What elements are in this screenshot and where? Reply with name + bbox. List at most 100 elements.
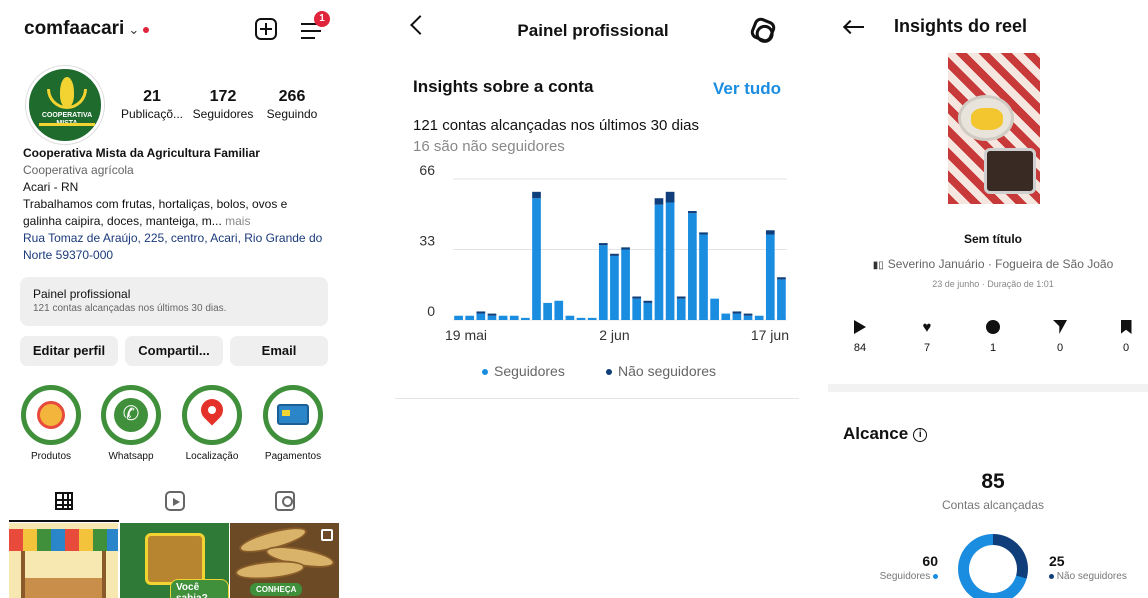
avatar[interactable]: COOPERATIVA MISTA <box>26 66 104 144</box>
reel-insights-panel: Insights do reel Sem título ▮▯ Severino J… <box>828 0 1148 598</box>
metric-shares: 0 <box>1040 320 1080 354</box>
y-tick-label: 0 <box>427 303 435 319</box>
bar-followers <box>487 315 497 320</box>
post-badge: Você sabia? <box>170 579 229 598</box>
reel-thumbnail[interactable] <box>948 53 1040 204</box>
highlight-pagamentos[interactable]: Pagamentos <box>258 385 328 462</box>
credit-card-icon <box>277 404 309 425</box>
audio-wave-icon: ▮▯ <box>872 260 884 271</box>
bar-followers <box>754 315 764 320</box>
bar-followers <box>476 313 486 320</box>
bar-followers <box>721 313 731 320</box>
bar-followers <box>632 298 642 320</box>
tagged-user-icon <box>275 491 295 511</box>
non-followers-count: 25 Não seguidores <box>1049 553 1127 582</box>
highlight-localizacao[interactable]: Localização <box>177 385 247 462</box>
section-title: Insights sobre a conta <box>413 77 594 96</box>
profile-tabs <box>0 486 346 522</box>
non-followers-summary: 16 são não seguidores <box>413 138 565 155</box>
bar-followers <box>665 202 675 320</box>
y-tick-label: 66 <box>419 162 435 178</box>
back-arrow-icon[interactable] <box>844 20 866 34</box>
legend-followers: Seguidores <box>482 363 565 379</box>
info-icon[interactable]: i <box>913 427 928 442</box>
profile-city: Acari - RN <box>23 180 79 194</box>
reach-value: 85 <box>981 470 1005 493</box>
professional-dashboard-card[interactable]: Painel profissional 121 contas alcançada… <box>20 277 328 326</box>
reels-icon <box>165 491 185 511</box>
dashboard-panel: Painel profissional Insights sobre a con… <box>395 0 805 598</box>
page-title: Insights do reel <box>894 16 1028 36</box>
play-icon <box>854 320 866 334</box>
bar-non-followers <box>632 296 642 299</box>
bar-non-followers <box>476 311 486 314</box>
bar-followers <box>777 279 786 320</box>
email-button[interactable]: Email <box>230 336 328 366</box>
post-badge: CONHEÇA <box>250 583 303 596</box>
followers-count: 60 Seguidores <box>879 553 938 582</box>
profile-category: Cooperativa agrícola <box>23 163 134 177</box>
bar-non-followers <box>621 247 630 250</box>
bar-non-followers <box>699 232 708 235</box>
fruit-icon <box>37 401 65 429</box>
divider <box>828 384 1148 392</box>
bar-followers <box>509 315 519 320</box>
tab-posts-grid[interactable] <box>9 486 119 522</box>
carousel-icon <box>321 529 333 541</box>
heart-icon: ♥ <box>922 319 932 336</box>
bar-followers <box>710 298 719 320</box>
see-all-link[interactable]: Ver tudo <box>713 79 781 99</box>
location-pin-icon <box>196 394 228 426</box>
metric-comments: 1 <box>973 320 1013 354</box>
tab-reels[interactable] <box>120 486 230 522</box>
edit-profile-button[interactable]: Editar perfil <box>20 336 118 366</box>
legend-non-followers: Não seguidores <box>606 363 716 379</box>
bar-followers <box>532 198 541 320</box>
address-link[interactable]: Rua Tomaz de Araújo, 225, centro, Acari,… <box>23 230 328 264</box>
chevron-down-icon[interactable]: ⌄ <box>128 22 139 37</box>
username[interactable]: comfaacari <box>24 18 124 40</box>
stat-followers[interactable]: 172 Seguidores <box>185 88 261 122</box>
reel-caption: Sem título <box>963 232 1022 246</box>
bar-followers <box>765 234 775 320</box>
bar-followers <box>454 315 463 320</box>
stat-following[interactable]: 266 Seguindo <box>263 88 321 122</box>
bar-non-followers <box>743 313 753 316</box>
highlight-produtos[interactable]: Produtos <box>16 385 86 462</box>
reach-section-title: Alcance i <box>843 424 928 444</box>
reel-audio[interactable]: ▮▯ Severino Januário · Fogueira de São Jo… <box>828 257 1148 271</box>
highlight-whatsapp[interactable]: Whatsapp <box>96 385 166 462</box>
stat-posts[interactable]: 21 Publicaçõ... <box>119 88 185 122</box>
bar-followers <box>498 315 508 320</box>
tab-tagged[interactable] <box>230 486 340 522</box>
bar-followers <box>598 245 608 320</box>
page-title: Painel profissional <box>517 21 669 40</box>
bar-followers <box>743 315 753 320</box>
y-tick-label: 33 <box>419 233 435 249</box>
metric-likes: ♥ 7 <box>922 319 932 355</box>
bar-followers <box>610 255 619 320</box>
profile-bio: Cooperativa Mista da Agricultura Familia… <box>23 145 328 264</box>
metric-saves: 0 <box>1106 320 1146 354</box>
bar-non-followers <box>598 243 608 246</box>
bar-followers <box>543 302 552 320</box>
bookmark-icon <box>1120 320 1132 334</box>
bar-followers <box>676 298 686 320</box>
create-post-icon[interactable] <box>255 18 277 40</box>
metric-plays: 84 <box>840 320 880 354</box>
bar-followers <box>621 249 630 320</box>
whatsapp-icon <box>114 398 148 432</box>
post-thumbnail[interactable]: CONHEÇA <box>230 523 339 598</box>
bar-followers <box>699 234 708 320</box>
bar-followers <box>732 313 742 320</box>
bar-followers <box>465 315 475 320</box>
bar-followers <box>688 213 697 320</box>
more-link[interactable]: mais <box>222 214 250 228</box>
post-thumbnail[interactable]: Você sabia? <box>120 523 229 598</box>
bar-non-followers <box>532 191 541 199</box>
share-profile-button[interactable]: Compartil... <box>125 336 223 366</box>
bar-followers <box>654 204 664 320</box>
post-thumbnail[interactable] <box>9 523 118 598</box>
bar-followers <box>576 317 586 320</box>
profile-panel: comfaacari ⌄ 1 COOPERATIVA MISTA 21 Publi… <box>0 0 346 598</box>
